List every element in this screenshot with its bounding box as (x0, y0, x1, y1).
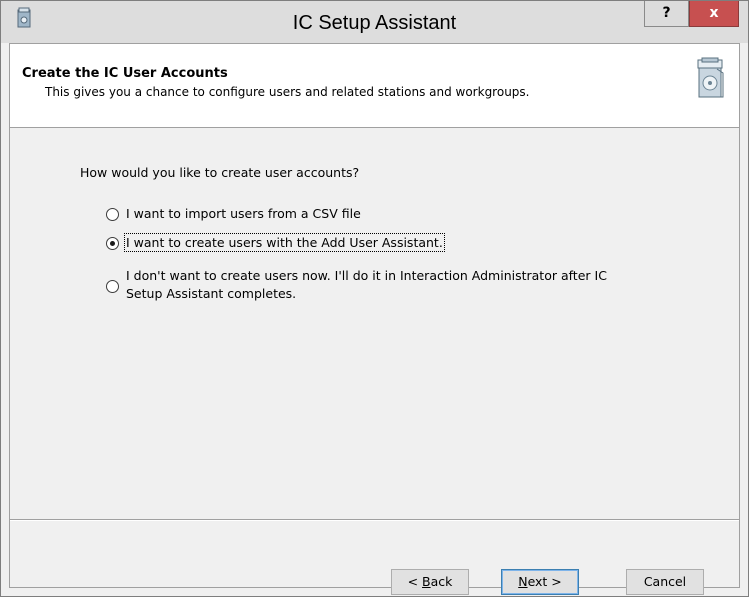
radio-selected-dot (110, 241, 115, 246)
title-bar[interactable]: IC Setup Assistant ? x (1, 1, 748, 43)
installer-box-icon (696, 57, 724, 101)
page-subtitle: This gives you a chance to configure use… (45, 85, 530, 99)
radio-import-csv[interactable] (106, 208, 119, 221)
option-label-import-csv[interactable]: I want to import users from a CSV file (126, 206, 361, 221)
next-rest: ext > (527, 574, 562, 589)
option-label-add-user-assistant[interactable]: I want to create users with the Add User… (124, 233, 445, 252)
radio-create-later[interactable] (106, 280, 119, 293)
page-title: Create the IC User Accounts (22, 66, 228, 81)
option-label-create-later-line2[interactable]: Setup Assistant completes. (126, 286, 296, 301)
next-mnemonic: N (518, 574, 528, 589)
back-button[interactable]: < Back (391, 569, 469, 595)
radio-add-user-assistant[interactable] (106, 237, 119, 250)
prompt-question: How would you like to create user accoun… (80, 165, 360, 180)
cancel-button[interactable]: Cancel (626, 569, 704, 595)
help-button[interactable]: ? (644, 1, 689, 27)
wizard-header: Create the IC User Accounts This gives y… (10, 44, 739, 128)
setup-window: IC Setup Assistant ? x Create the IC Use… (0, 0, 749, 597)
close-button[interactable]: x (689, 1, 739, 27)
option-label-create-later-line1[interactable]: I don't want to create users now. I'll d… (126, 268, 607, 283)
dialog-body: Create the IC User Accounts This gives y… (9, 43, 740, 595)
next-button[interactable]: Next > (501, 569, 579, 595)
back-rest: ack (430, 574, 453, 589)
back-prefix: < (407, 574, 423, 589)
footer-divider (10, 519, 739, 521)
window-title: IC Setup Assistant (292, 12, 457, 34)
back-mnemonic: B (422, 574, 431, 589)
